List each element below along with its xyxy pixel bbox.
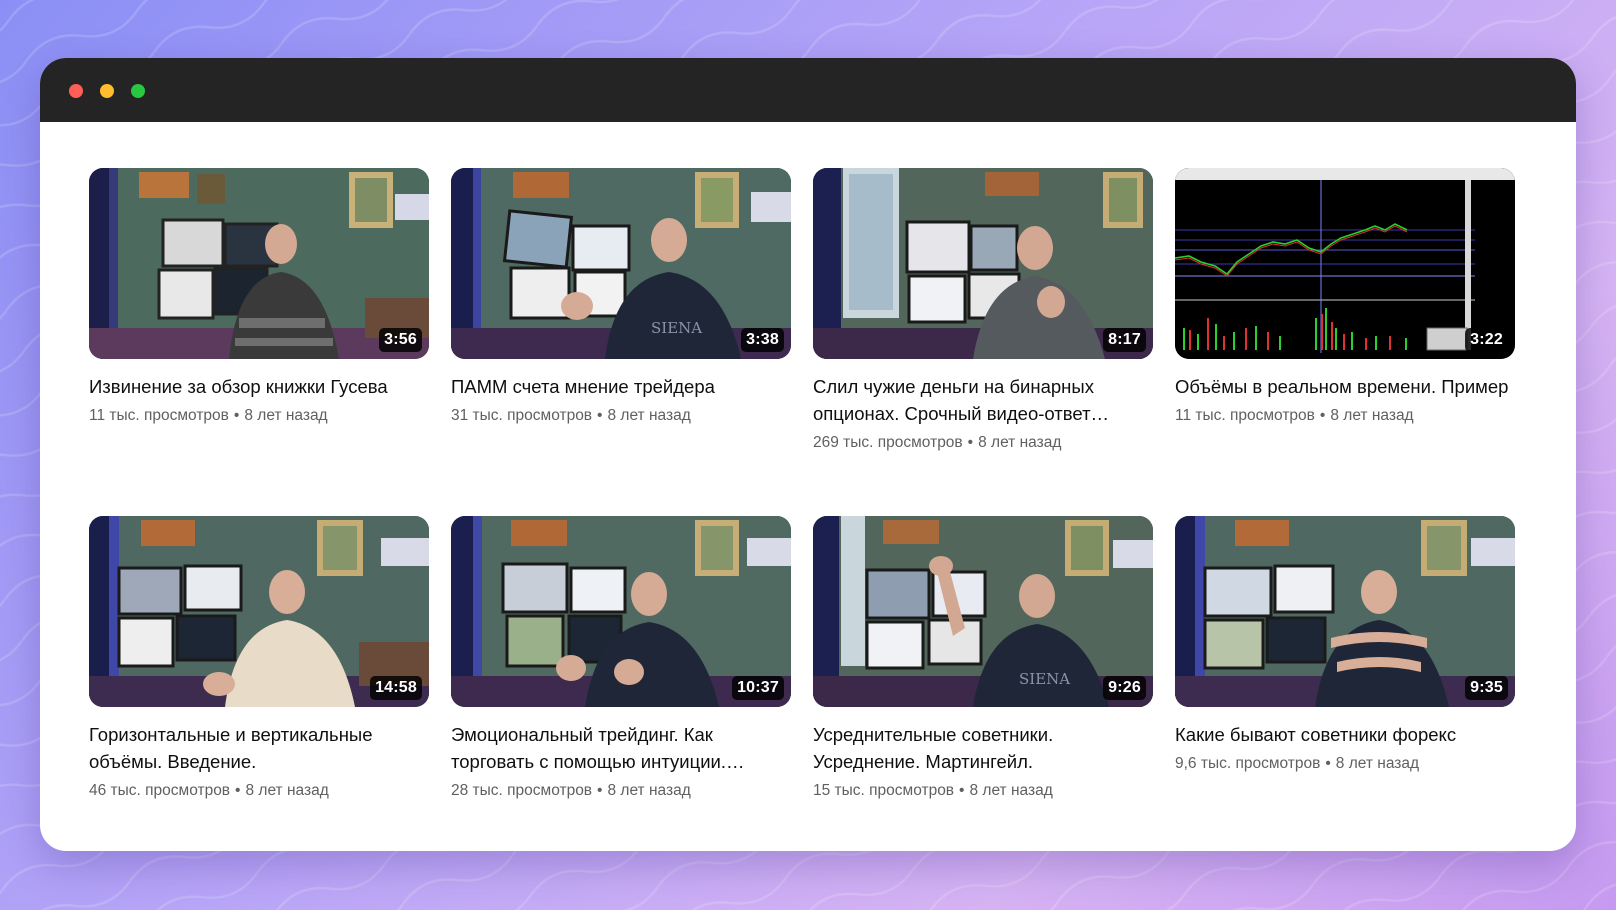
video-title[interactable]: Усреднительные советники. Усреднение. Ма…	[813, 721, 1149, 775]
upload-age: 8 лет назад	[607, 782, 691, 799]
video-card[interactable]: 3:56 Извинение за обзор книжки Гусева 11…	[89, 168, 429, 516]
video-thumbnail[interactable]: 8:17	[813, 168, 1153, 359]
video-duration-badge: 9:26	[1103, 676, 1146, 700]
video-duration-badge: 3:22	[1465, 328, 1508, 352]
meta-separator: •	[959, 782, 965, 799]
video-duration-badge: 10:37	[732, 676, 784, 700]
meta-separator: •	[235, 782, 241, 799]
window-titlebar	[40, 58, 1576, 122]
browser-window: 3:56 Извинение за обзор книжки Гусева 11…	[40, 58, 1576, 851]
video-thumbnail[interactable]: 9:35	[1175, 516, 1515, 707]
upload-age: 8 лет назад	[1335, 755, 1420, 772]
meta-separator: •	[967, 434, 974, 451]
upload-age: 8 лет назад	[245, 782, 329, 799]
video-meta: 15 тыс. просмотров • 8 лет назад	[813, 781, 1153, 801]
upload-age: 8 лет назад	[969, 782, 1053, 799]
video-card[interactable]: 3:22 Объёмы в реальном времени. Пример 1…	[1175, 168, 1515, 516]
svg-text:SIENA: SIENA	[1019, 670, 1070, 688]
video-meta: 28 тыс. просмотров • 8 лет назад	[451, 781, 791, 801]
video-duration-badge: 3:56	[379, 328, 422, 352]
view-count: 11 тыс. просмотров	[1175, 407, 1315, 424]
upload-age: 8 лет назад	[978, 434, 1062, 451]
video-thumbnail[interactable]: SIENA 9:26	[813, 516, 1153, 707]
close-window-button[interactable]	[69, 84, 83, 98]
video-title[interactable]: Извинение за обзор книжки Гусева	[89, 373, 425, 400]
thumbnail-image: SIENA	[813, 516, 1153, 707]
video-title[interactable]: Эмоциональный трейдинг. Как торговать с …	[451, 721, 787, 775]
video-meta: 11 тыс. просмотров • 8 лет назад	[89, 406, 429, 426]
video-duration-badge: 3:38	[741, 328, 784, 352]
upload-age: 8 лет назад	[607, 407, 691, 424]
video-card[interactable]: SIENA 3:38 ПАММ счета мнение трейдера 31…	[451, 168, 791, 516]
video-title[interactable]: Какие бывают советники форекс	[1175, 721, 1511, 748]
video-thumbnail[interactable]: 3:56	[89, 168, 429, 359]
thumbnail-image	[89, 168, 429, 359]
svg-text:SIENA: SIENA	[651, 319, 702, 337]
video-meta: 46 тыс. просмотров • 8 лет назад	[89, 781, 429, 801]
thumbnail-image	[813, 168, 1153, 359]
view-count: 31 тыс. просмотров	[451, 407, 593, 424]
video-card[interactable]: SIENA 9:26 Усреднительные советники. Уср…	[813, 516, 1153, 851]
view-count: 28 тыс. просмотров	[451, 782, 593, 799]
video-thumbnail[interactable]: 14:58	[89, 516, 429, 707]
view-count: 269 тыс. просмотров	[813, 434, 963, 451]
meta-separator: •	[597, 782, 603, 799]
meta-separator: •	[597, 407, 603, 424]
thumbnail-image	[1175, 168, 1515, 359]
view-count: 15 тыс. просмотров	[813, 782, 955, 799]
meta-separator: •	[1325, 755, 1331, 772]
video-meta: 31 тыс. просмотров • 8 лет назад	[451, 406, 791, 426]
thumbnail-image: SIENA	[451, 168, 791, 359]
view-count: 9,6 тыс. просмотров	[1175, 755, 1321, 772]
view-count: 46 тыс. просмотров	[89, 782, 231, 799]
video-grid: 3:56 Извинение за обзор книжки Гусева 11…	[89, 168, 1515, 851]
video-meta: 9,6 тыс. просмотров • 8 лет назад	[1175, 754, 1515, 774]
video-card[interactable]: 9:35 Какие бывают советники форекс 9,6 т…	[1175, 516, 1515, 851]
minimize-window-button[interactable]	[100, 84, 114, 98]
video-duration-badge: 9:35	[1465, 676, 1508, 700]
video-card[interactable]: 8:17 Слил чужие деньги на бинарных опцио…	[813, 168, 1153, 516]
video-title[interactable]: ПАММ счета мнение трейдера	[451, 373, 787, 400]
video-thumbnail[interactable]: 3:22	[1175, 168, 1515, 359]
view-count: 11 тыс. просмотров	[89, 407, 229, 424]
video-thumbnail[interactable]: 10:37	[451, 516, 791, 707]
video-meta: 269 тыс. просмотров • 8 лет назад	[813, 433, 1153, 453]
meta-separator: •	[1319, 407, 1326, 424]
video-card[interactable]: 10:37 Эмоциональный трейдинг. Как торгов…	[451, 516, 791, 851]
video-thumbnail[interactable]: SIENA 3:38	[451, 168, 791, 359]
video-card[interactable]: 14:58 Горизонтальные и вертикальные объё…	[89, 516, 429, 851]
upload-age: 8 лет назад	[244, 407, 328, 424]
video-meta: 11 тыс. просмотров • 8 лет назад	[1175, 406, 1515, 426]
video-duration-badge: 14:58	[370, 676, 422, 700]
video-title[interactable]: Слил чужие деньги на бинарных опционах. …	[813, 373, 1149, 427]
maximize-window-button[interactable]	[131, 84, 145, 98]
meta-separator: •	[233, 407, 240, 424]
upload-age: 8 лет назад	[1330, 407, 1414, 424]
thumbnail-image	[1175, 516, 1515, 707]
video-title[interactable]: Горизонтальные и вертикальные объёмы. Вв…	[89, 721, 425, 775]
video-duration-badge: 8:17	[1103, 328, 1146, 352]
video-title[interactable]: Объёмы в реальном времени. Пример	[1175, 373, 1511, 400]
